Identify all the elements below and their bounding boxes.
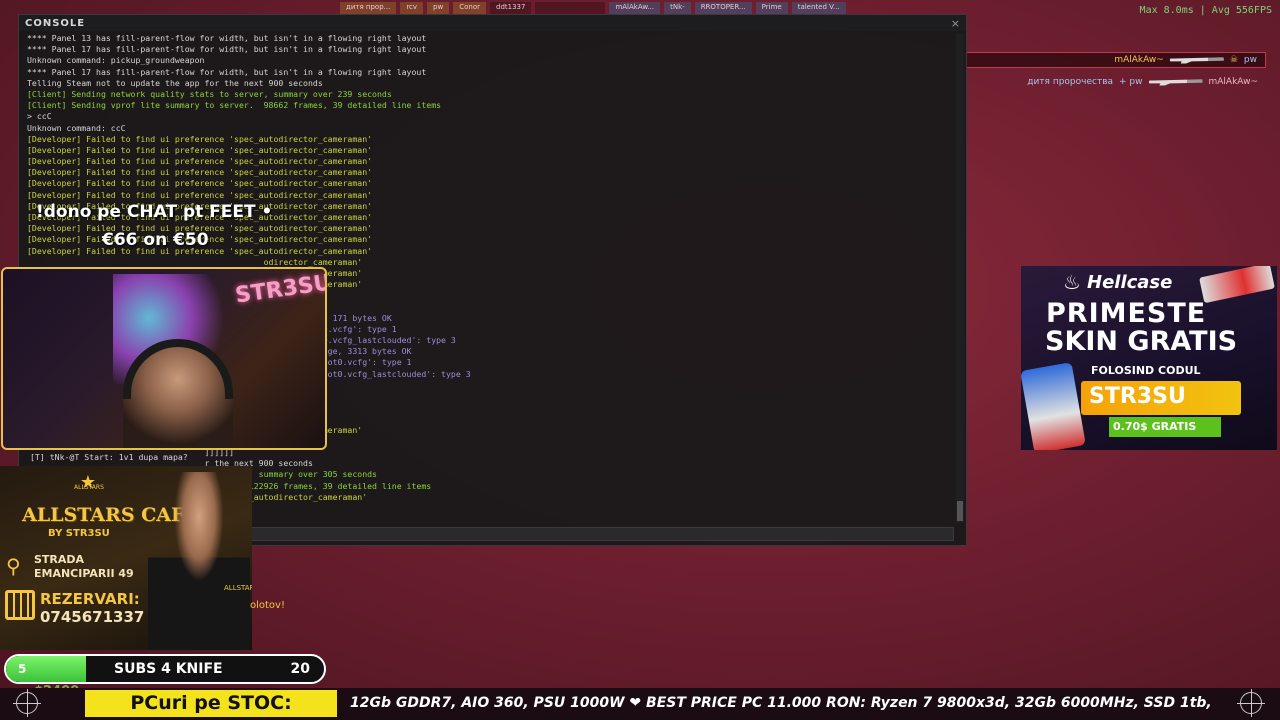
sponsor-subtitle: BY STR3SU <box>48 528 110 539</box>
player-slot: pw <box>427 2 450 14</box>
console-line: Unknown command: ccC <box>27 122 126 133</box>
player-slot: ddt1337 <box>490 2 532 14</box>
hellcase-ad: ♨ Hellcase PRIMESTE SKIN GRATIS FOLOSIND… <box>1021 266 1277 450</box>
killfeed-fragment: olotov! <box>250 600 285 611</box>
console-line: Telling Steam not to update the app for … <box>27 77 323 88</box>
bonus-amount: 0.70$ GRATIS <box>1113 420 1197 433</box>
console-scrollbar[interactable] <box>956 33 964 523</box>
ticker-text: 12Gb GDDR7, AIO 360, PSU 1000W ❤ BEST PR… <box>350 695 1212 711</box>
victim-name: mAlAkAw~ <box>1208 77 1259 87</box>
hellcase-title-2: SKIN GRATIS <box>1045 326 1238 357</box>
killfeed-entry: mAlAkAw~ ☠ pw <box>966 52 1266 68</box>
ticker-badge: PCuri pe STOC: <box>85 690 337 717</box>
killer-name: дитя пророчества <box>1027 77 1114 87</box>
knife-skin-image <box>1199 266 1275 304</box>
player-slot-empty <box>535 2 606 14</box>
console-line: > ccC <box>27 111 52 122</box>
player-slot: rcv <box>400 2 424 14</box>
sponsor-photo <box>148 472 250 650</box>
console-line: [Developer] Failed to find ui preference… <box>27 144 373 155</box>
player-slot: Prime <box>755 2 788 14</box>
console-title: CONSOLE <box>25 17 86 29</box>
console-line: [Developer] Failed to find ui preference… <box>27 189 373 200</box>
console-titlebar[interactable]: CONSOLE × <box>19 15 966 31</box>
donation-goal: €66 on €50 <box>102 230 209 250</box>
news-ticker: PCuri pe STOC: 12Gb GDDR7, AIO 360, PSU … <box>0 688 1280 720</box>
rifle-icon <box>1169 57 1224 64</box>
killer-name: mAlAkAw~ <box>1114 55 1164 65</box>
sponsor-street-number: EMANCIPARII 49 <box>34 567 134 580</box>
shirt-logo: ALLSTARS <box>224 584 252 592</box>
promo-code: STR3SU <box>1089 384 1186 409</box>
hellcase-using-code: FOLOSIND CODUL <box>1091 364 1201 377</box>
headshot-icon: ☠ <box>1229 55 1238 65</box>
close-icon[interactable]: × <box>951 17 960 30</box>
console-line: **** Panel 17 has fill-parent-flow for w… <box>27 66 427 77</box>
donation-call: !dono pe CHAT pt FEET • <box>36 202 273 222</box>
console-line: **** Panel 17 has fill-parent-flow for w… <box>27 44 427 55</box>
assist-name: + pw <box>1119 77 1143 87</box>
player-slot: RROTOPER... <box>694 2 752 14</box>
sponsor-reservations: REZERVARI: <box>40 590 140 608</box>
console-line: [Developer] Failed to find ui preference… <box>27 156 373 167</box>
player-slot: mAlAkAw... <box>609 2 661 14</box>
sub-goal-bar: 5 SUBS 4 KNIFE 20 <box>4 654 326 684</box>
player-slot: Conor <box>453 2 486 14</box>
hellcase-brand: Hellcase <box>1087 272 1173 293</box>
webcam-feed: STR3SU <box>1 267 327 450</box>
killfeed: mAlAkAw~ ☠ pw дитя пророчества + pw mAlA… <box>966 52 1266 96</box>
killfeed-entry: дитя пророчества + pw mAlAkAw~ <box>966 74 1266 90</box>
character-image <box>1021 362 1086 450</box>
sponsor-street: STRADA <box>34 553 85 566</box>
console-line: Unknown command: pickup_groundweapon <box>27 55 205 66</box>
scrollbar-thumb[interactable] <box>957 501 963 521</box>
chat-message: [T] tNk-@T Start: 1v1 dupa mapa? <box>30 452 188 462</box>
player-slot: tNk- <box>664 2 691 14</box>
player-slot: talented V... <box>791 2 846 14</box>
calendar-icon <box>5 590 35 620</box>
console-line: [Client] Sending network quality stats t… <box>27 88 392 99</box>
scoreboard-strip: дитя прор... rcv pw Conor ddt1337 mAlAkA… <box>340 2 846 14</box>
console-line: [Client] Sending vprof lite summary to s… <box>27 100 442 111</box>
player-slot: дитя прор... <box>340 2 397 14</box>
console-line: [Developer] Failed to find ui preference… <box>27 167 373 178</box>
sponsor-panel: ★ ALLSTARS ALLSTARS CAFÉ BY STR3SU ⚲ STR… <box>0 466 252 650</box>
victim-name: pw <box>1243 55 1257 65</box>
sponsor-phone: 0745671337 <box>40 608 145 626</box>
crosshair-icon <box>1237 689 1265 717</box>
neon-sign: STR3SU <box>233 270 327 309</box>
location-pin-icon: ⚲ <box>6 554 21 578</box>
console-line: [Developer] Failed to find ui preference… <box>27 178 373 189</box>
console-line: [Developer] Failed to find ui preference… <box>27 133 373 144</box>
sub-goal-label: SUBS 4 KNIFE <box>114 661 223 677</box>
sub-current: 5 <box>18 662 27 676</box>
rifle-icon <box>1148 79 1203 86</box>
sponsor-logo-text: ALLSTARS <box>74 484 104 491</box>
crosshair-icon <box>13 689 41 717</box>
console-line: **** Panel 13 has fill-parent-flow for w… <box>27 33 427 43</box>
sub-goal-target: 20 <box>290 661 310 677</box>
fps-counter: Max 8.0ms | Avg 556FPS <box>1139 5 1272 16</box>
hellcase-logo-icon: ♨ <box>1063 270 1081 294</box>
hellcase-title: PRIMESTE <box>1046 298 1207 329</box>
